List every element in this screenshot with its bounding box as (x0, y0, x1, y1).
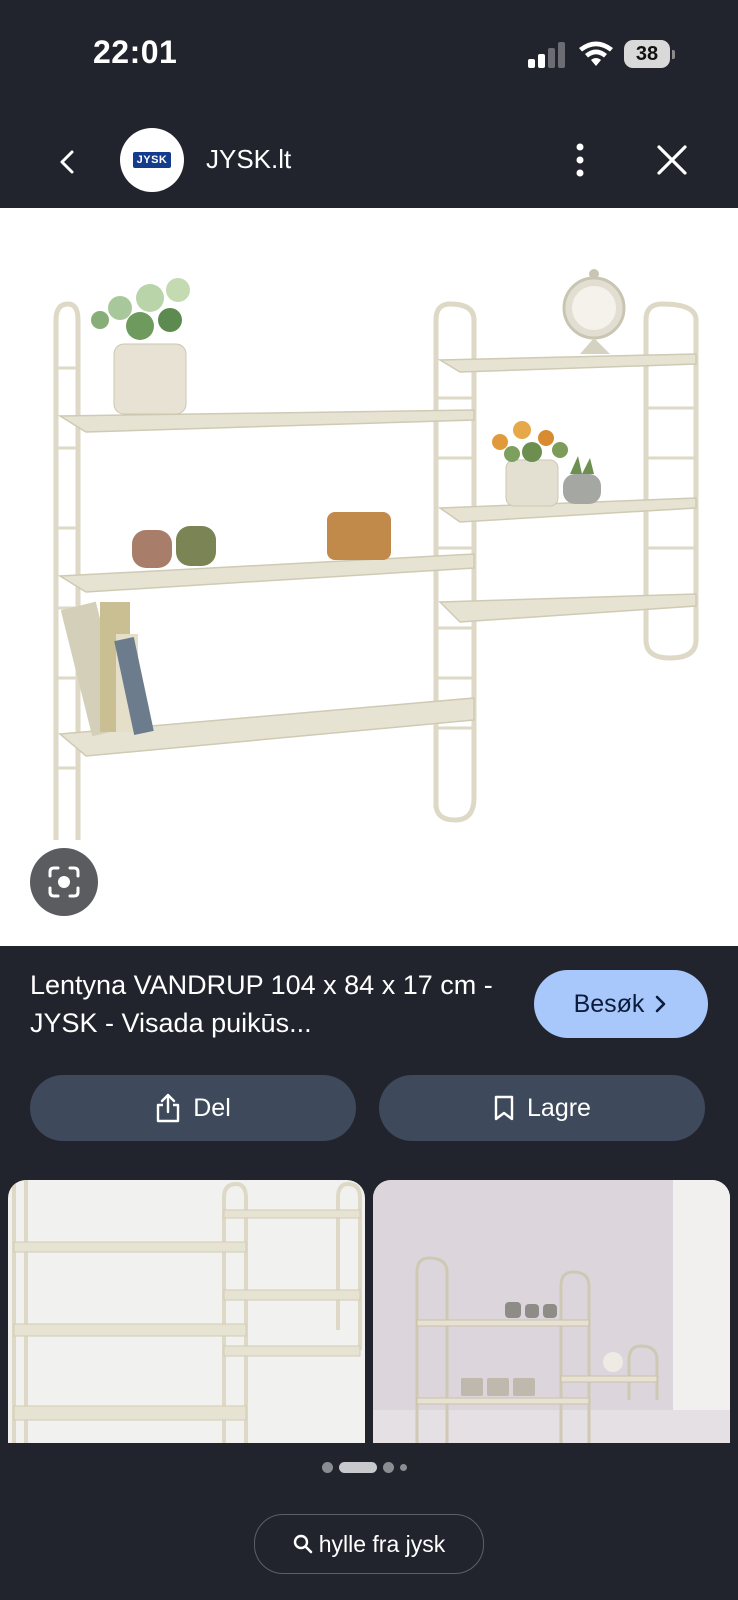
related-shelf-image-2 (373, 1180, 730, 1443)
site-logo-text: JYSK (132, 152, 172, 168)
page-dot-active[interactable] (339, 1461, 377, 1473)
battery-icon: 38 (624, 40, 676, 68)
search-chip[interactable]: hylle fra jysk (254, 1514, 484, 1574)
lens-icon (48, 866, 80, 898)
page-dot[interactable] (322, 1461, 333, 1473)
wifi-icon (579, 41, 613, 66)
cellular-signal-icon (528, 42, 565, 68)
related-shelf-image-1 (12, 1180, 362, 1443)
result-title[interactable]: Lentyna VANDRUP 104 x 84 x 17 cm - JYSK … (30, 966, 500, 1042)
chevron-right-icon (656, 995, 666, 1013)
product-image[interactable] (0, 208, 738, 946)
back-icon[interactable] (48, 140, 88, 184)
top-app-bar: JYSK JYSK.lt (0, 118, 738, 208)
visit-button[interactable]: Besøk (534, 970, 708, 1038)
status-bar: 22:01 38 (0, 0, 738, 110)
carousel-pagination (322, 1460, 407, 1474)
share-label: Del (193, 1093, 231, 1122)
share-icon (157, 1093, 180, 1123)
save-label: Lagre (527, 1093, 591, 1122)
status-time: 22:01 (93, 34, 178, 70)
search-icon (293, 1534, 313, 1554)
bookmark-icon (494, 1095, 514, 1121)
site-name[interactable]: JYSK.lt (206, 144, 291, 175)
related-image-2[interactable] (373, 1180, 730, 1443)
battery-tip (672, 50, 675, 59)
visit-label: Besøk (573, 989, 645, 1018)
close-icon[interactable] (650, 138, 694, 182)
page-dot[interactable] (383, 1461, 394, 1473)
shelf-illustration (53, 269, 699, 840)
search-query: hylle fra jysk (318, 1530, 446, 1557)
site-favicon: JYSK (120, 128, 184, 192)
lens-button[interactable] (30, 848, 98, 916)
battery-level: 38 (624, 40, 670, 68)
more-vert-icon[interactable] (562, 138, 598, 182)
share-button[interactable]: Del (30, 1075, 356, 1141)
related-image-1[interactable] (8, 1180, 365, 1443)
page-dot[interactable] (400, 1463, 407, 1471)
save-button[interactable]: Lagre (379, 1075, 705, 1141)
